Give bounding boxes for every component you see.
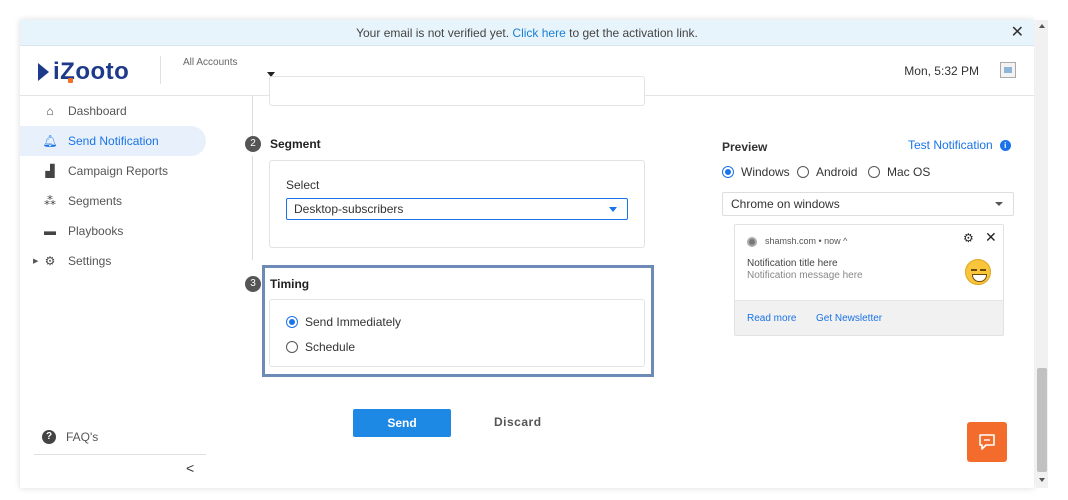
info-icon[interactable]: i	[999, 139, 1011, 151]
expand-caret-icon: ▶	[33, 258, 39, 265]
sidebar-item-label: Segments	[68, 194, 123, 208]
send-button[interactable]: Send	[353, 409, 451, 437]
step-number: 3	[245, 276, 261, 292]
browser-select[interactable]: Chrome on windows	[722, 192, 1014, 216]
schedule-option[interactable]: Schedule	[286, 340, 355, 354]
notification-site: shamsh.com • now ^	[765, 236, 848, 246]
segment-select-value: Desktop-subscribers	[294, 202, 404, 216]
notification-preview: shamsh.com • now ^ ⚙ ✕ Notification titl…	[734, 224, 1004, 336]
browser-select-value: Chrome on windows	[731, 197, 840, 211]
faq-link[interactable]: ? FAQ's	[42, 430, 98, 444]
sidebar-item-playbooks[interactable]: ▬ Playbooks	[20, 216, 206, 246]
option-label: Windows	[741, 165, 790, 179]
sidebar-item-settings[interactable]: ▶ ⚙ Settings	[20, 246, 206, 276]
sidebar-item-label: Settings	[68, 254, 112, 268]
select-label: Select	[286, 178, 320, 192]
os-option-android[interactable]: Android	[797, 165, 857, 179]
notification-body: shamsh.com • now ^ ⚙ ✕ Notification titl…	[735, 225, 1003, 301]
gear-icon[interactable]: ⚙	[963, 231, 974, 245]
home-icon: ⌂	[46, 104, 54, 118]
logo-dot-icon	[68, 78, 73, 83]
sidebar: ⌂ Dashboard 🔔︎ Send Notification ▟ Campa…	[20, 96, 220, 488]
scroll-up-icon[interactable]	[1039, 24, 1045, 28]
logo-text: iZooto	[53, 58, 130, 85]
close-icon[interactable]: ✕	[985, 229, 997, 246]
send-immediately-option[interactable]: Send Immediately	[286, 315, 401, 329]
close-banner-icon[interactable]: ✕	[1011, 20, 1024, 46]
radio-unselected-icon	[286, 341, 298, 353]
user-avatar[interactable]	[1000, 62, 1016, 78]
radio-unselected-icon	[868, 166, 880, 178]
sidebar-item-label: Dashboard	[68, 104, 127, 118]
chevron-down-icon	[609, 207, 617, 212]
verify-email-banner: Your email is not verified yet. Click he…	[20, 20, 1034, 46]
segment-select[interactable]: Desktop-subscribers	[286, 198, 628, 220]
option-label: Send Immediately	[305, 315, 402, 329]
sidebar-item-label: Playbooks	[68, 224, 124, 238]
step-connector	[252, 156, 253, 260]
chat-support-button[interactable]	[967, 422, 1007, 462]
message-card	[269, 76, 645, 106]
chevron-down-icon	[995, 202, 1003, 206]
step-connector	[252, 96, 253, 136]
notification-message: Notification message here	[747, 270, 863, 281]
chat-icon	[979, 434, 995, 450]
radio-selected-icon	[722, 166, 734, 178]
sidebar-item-campaign-reports[interactable]: ▟ Campaign Reports	[20, 156, 206, 186]
test-notification-label: Test Notification	[908, 138, 993, 152]
preview-title: Preview	[722, 140, 768, 154]
option-label: Mac OS	[887, 165, 931, 179]
gear-icon: ⚙	[44, 254, 56, 268]
timing-card: Send Immediately Schedule	[269, 299, 645, 367]
smiley-emoji-icon	[965, 259, 991, 285]
header-clock: Mon, 5:32 PM	[904, 64, 979, 78]
activation-link[interactable]: Click here	[512, 26, 565, 40]
timing-title: Timing	[270, 277, 310, 291]
scrollbar-thumb[interactable]	[1037, 368, 1047, 472]
notification-title: Notification title here	[747, 258, 838, 269]
option-label: Android	[816, 165, 858, 179]
sidebar-item-label: Send Notification	[68, 134, 159, 148]
izooto-logo[interactable]: iZooto	[38, 58, 129, 86]
os-option-macos[interactable]: Mac OS	[868, 165, 930, 179]
sidebar-item-segments[interactable]: ⁂ Segments	[20, 186, 206, 216]
collapse-sidebar-icon[interactable]: <	[186, 460, 194, 476]
os-option-windows[interactable]: Windows	[722, 165, 790, 179]
bar-chart-icon: ▟	[45, 164, 55, 178]
test-notification-link[interactable]: Test Notification i	[908, 138, 1011, 152]
radio-selected-icon	[286, 316, 298, 328]
get-newsletter-button[interactable]: Get Newsletter	[816, 313, 882, 324]
people-icon: ⁂	[44, 194, 56, 208]
sidebar-item-dashboard[interactable]: ⌂ Dashboard	[20, 96, 206, 126]
discard-button[interactable]: Discard	[494, 415, 542, 429]
banner-text-suffix: to get the activation link.	[569, 26, 698, 40]
banner-text-prefix: Your email is not verified yet.	[356, 26, 510, 40]
option-label: Schedule	[305, 340, 356, 354]
sidebar-item-label: Campaign Reports	[68, 164, 169, 178]
header-divider	[160, 56, 161, 84]
step-number: 2	[245, 136, 261, 152]
accounts-label: All Accounts	[183, 57, 238, 68]
read-more-button[interactable]: Read more	[747, 313, 796, 324]
help-icon: ?	[42, 430, 56, 444]
chrome-icon	[747, 237, 757, 247]
scroll-down-icon[interactable]	[1039, 478, 1045, 482]
segment-title: Segment	[270, 137, 321, 151]
segment-card: Select Desktop-subscribers	[269, 160, 645, 248]
app-window: Your email is not verified yet. Click he…	[20, 20, 1034, 488]
sidebar-item-send-notification[interactable]: 🔔︎ Send Notification	[20, 126, 206, 156]
faq-label: FAQ's	[66, 430, 99, 444]
sidebar-divider	[34, 454, 206, 455]
bell-icon: 🔔︎	[42, 134, 58, 148]
logo-arrow-icon	[38, 63, 49, 81]
gamepad-icon: ▬	[44, 224, 56, 238]
radio-unselected-icon	[797, 166, 809, 178]
